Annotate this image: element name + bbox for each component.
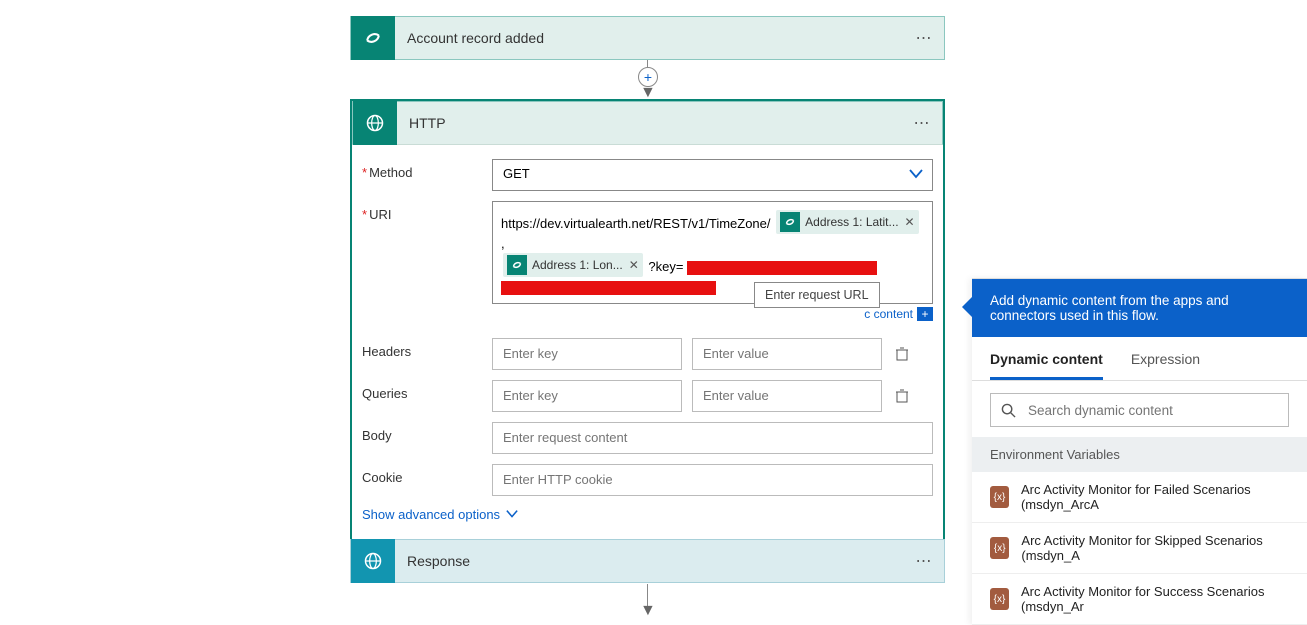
- search-box[interactable]: [990, 393, 1289, 427]
- dynamic-content-item[interactable]: {x} Arc Activity Monitor for Failed Scen…: [972, 472, 1307, 523]
- token-address1-longitude[interactable]: Address 1: Lon... ✕: [503, 253, 643, 277]
- search-input[interactable]: [1026, 402, 1278, 419]
- queries-value-input[interactable]: [692, 380, 882, 412]
- search-icon: [1001, 403, 1016, 418]
- token-remove-icon[interactable]: ✕: [905, 215, 915, 229]
- globe-icon: [351, 539, 395, 583]
- panel-headline: Add dynamic content from the apps and co…: [972, 279, 1307, 337]
- http-title: HTTP: [397, 115, 902, 131]
- tab-dynamic-content[interactable]: Dynamic content: [990, 351, 1103, 380]
- variable-icon: {x}: [990, 588, 1009, 610]
- headers-key-input[interactable]: [492, 338, 682, 370]
- queries-label: Queries: [362, 380, 492, 401]
- dynamic-content-item[interactable]: {x} Arc Activity Monitor for Skipped Sce…: [972, 523, 1307, 574]
- headers-delete-icon[interactable]: [892, 344, 912, 364]
- queries-key-input[interactable]: [492, 380, 682, 412]
- body-input[interactable]: [492, 422, 933, 454]
- section-environment-variables: Environment Variables: [972, 437, 1307, 472]
- tab-expression[interactable]: Expression: [1131, 351, 1200, 380]
- dataverse-icon: [780, 212, 800, 232]
- headers-label: Headers: [362, 338, 492, 359]
- trigger-card: Account record added ⋯: [350, 16, 945, 60]
- body-label: Body: [362, 422, 492, 443]
- http-card: HTTP ⋯ *Method GET *URI https://dev.virt…: [350, 99, 945, 542]
- response-menu-button[interactable]: ⋯: [904, 551, 944, 571]
- uri-label: *URI: [362, 201, 492, 222]
- variable-icon: {x}: [990, 486, 1009, 508]
- panel-tabs: Dynamic content Expression: [972, 337, 1307, 381]
- http-menu-button[interactable]: ⋯: [902, 113, 942, 133]
- plus-icon: +: [917, 307, 933, 321]
- trigger-title: Account record added: [395, 30, 904, 46]
- panel-callout-arrow: [962, 297, 972, 317]
- token-address1-latitude[interactable]: Address 1: Latit... ✕: [776, 210, 918, 234]
- method-select[interactable]: GET: [492, 159, 933, 191]
- token-remove-icon[interactable]: ✕: [629, 258, 639, 272]
- dataverse-icon: [351, 16, 395, 60]
- globe-icon: [353, 101, 397, 145]
- cookie-input[interactable]: [492, 464, 933, 496]
- response-title: Response: [395, 553, 904, 569]
- chevron-down-icon: [909, 169, 923, 179]
- redacted-text: [687, 261, 877, 275]
- add-dynamic-content-link[interactable]: c content +: [864, 307, 933, 321]
- variable-icon: {x}: [990, 537, 1009, 559]
- response-header[interactable]: Response ⋯: [350, 539, 945, 583]
- method-label: *Method: [362, 159, 492, 180]
- dataverse-icon: [507, 255, 527, 275]
- trigger-menu-button[interactable]: ⋯: [904, 28, 944, 48]
- arrow-down-3: ▼: [640, 602, 656, 620]
- show-advanced-options-link[interactable]: Show advanced options: [362, 507, 518, 522]
- dynamic-content-panel: Add dynamic content from the apps and co…: [972, 278, 1307, 625]
- trigger-header[interactable]: Account record added ⋯: [350, 16, 945, 60]
- dynamic-content-item[interactable]: {x} Arc Activity Monitor for Success Sce…: [972, 574, 1307, 625]
- http-header[interactable]: HTTP ⋯: [352, 101, 943, 145]
- headers-value-input[interactable]: [692, 338, 882, 370]
- redacted-text: [501, 281, 716, 295]
- uri-tooltip: Enter request URL: [754, 282, 880, 308]
- cookie-label: Cookie: [362, 464, 492, 485]
- uri-text-prefix: https://dev.virtualearth.net/REST/v1/Tim…: [501, 216, 771, 231]
- response-card: Response ⋯: [350, 539, 945, 583]
- chevron-down-icon: [506, 509, 518, 519]
- queries-delete-icon[interactable]: [892, 386, 912, 406]
